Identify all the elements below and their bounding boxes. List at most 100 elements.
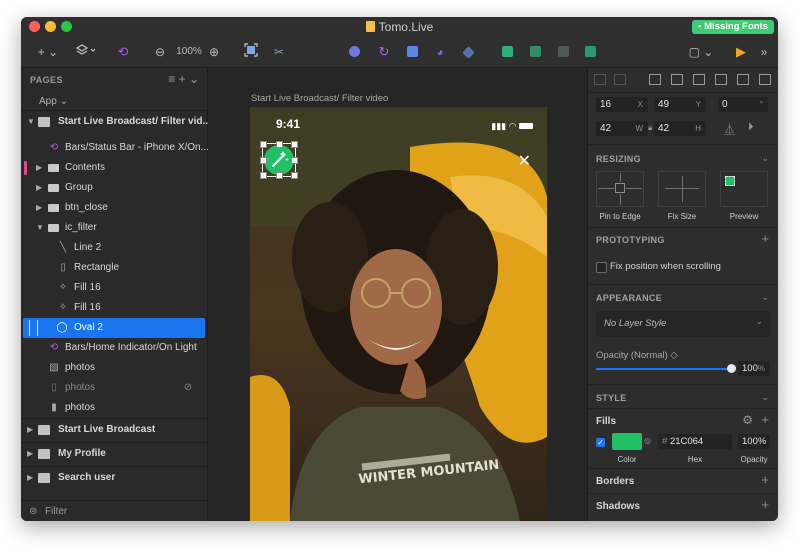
layer-item-hidden[interactable]: ▯ photos ⊘ (21, 378, 207, 398)
resize-handle[interactable] (291, 157, 298, 164)
page-item[interactable]: ▶ Start Live Broadcast (21, 420, 207, 440)
artboard-title[interactable]: Start Live Broadcast/ Filter video (251, 93, 388, 104)
rotate-copies-button[interactable] (404, 43, 420, 61)
chevron-down-icon[interactable]: ⌄ (761, 392, 769, 403)
preview-shape (725, 176, 735, 186)
page-item[interactable]: ▶ My Profile (21, 444, 207, 464)
close-button[interactable]: ✕ (518, 151, 531, 171)
fit-artboard-button[interactable] (243, 43, 259, 61)
layer-item[interactable]: ▮ photos (21, 398, 207, 418)
align-middle-icon[interactable] (737, 74, 749, 85)
fill-opacity-field[interactable]: 100% (738, 434, 770, 449)
zoom-level[interactable]: 100% (172, 43, 206, 61)
chevron-right-icon: ▶ (27, 473, 34, 482)
layer-style-select[interactable]: No Layer Style ⌄ (596, 311, 771, 337)
y-field[interactable]: 49 Y (654, 97, 706, 112)
align-left-icon[interactable] (649, 74, 661, 85)
gear-icon[interactable]: ⚙ (742, 413, 753, 427)
layer-item[interactable]: ▶ Contents (21, 158, 207, 178)
add-shadow-button[interactable]: + (761, 497, 769, 512)
align-center-icon[interactable] (671, 74, 683, 85)
canvas[interactable]: Start Live Broadcast/ Filter video WINTE… (208, 68, 587, 521)
distribute-horizontal-icon[interactable] (594, 74, 606, 85)
page-selector[interactable]: App ⌄ (39, 96, 68, 107)
collapse-pages-icon[interactable]: ⌄ (189, 72, 199, 86)
zoom-out-button[interactable]: ⊖ (153, 43, 167, 61)
layer-item[interactable]: ▶ btn_close (21, 198, 207, 218)
preview-play-button[interactable]: ▶ (733, 43, 749, 61)
view-button[interactable]: ▢ ⌄ (688, 43, 714, 61)
layer-item[interactable]: ⟲ Bars/Home Indicator/On Light (21, 338, 207, 358)
layer-item[interactable]: ▼ ic_filter (21, 218, 207, 238)
list-icon[interactable]: ≡ (168, 72, 175, 86)
width-field[interactable]: 42 W (596, 121, 648, 136)
flatten-button[interactable]: ◕ (432, 43, 448, 61)
artboard[interactable]: WINTER MOUNTAIN 9:41 ▮▮▮ ◠ ✕ (250, 107, 547, 521)
insert-button[interactable]: + ⌄ (35, 43, 61, 61)
resize-handle[interactable] (260, 157, 267, 164)
lock-icon[interactable]: 🔒︎ (648, 123, 652, 133)
opacity-field[interactable]: 100% (738, 361, 770, 376)
flip-horizontal-icon[interactable]: ⏅ (724, 121, 735, 137)
intersect-button[interactable] (555, 43, 571, 61)
filter-bar[interactable]: ⊜ Filter (21, 500, 207, 521)
layers-sidebar: PAGES ≡ + ⌄ App ⌄ ▼ Start Live Broadcast… (21, 68, 211, 521)
resize-handle[interactable] (276, 172, 283, 179)
layer-item[interactable]: ▯ Rectangle (21, 258, 207, 278)
add-border-button[interactable]: + (761, 472, 769, 487)
align-top-icon[interactable] (715, 74, 727, 85)
distribute-vertical-icon[interactable] (614, 74, 626, 85)
height-field[interactable]: 42 H (654, 121, 706, 136)
tools-button[interactable]: ✂ (271, 43, 287, 61)
resize-handle[interactable] (260, 172, 267, 179)
layer-item[interactable]: ✧ Fill 16 (21, 298, 207, 318)
more-toolbar-button[interactable]: » (756, 43, 772, 61)
x-field[interactable]: 16 X (596, 97, 648, 112)
align-bottom-icon[interactable] (759, 74, 771, 85)
layer-item[interactable]: ⟲ Bars/Status Bar - iPhone X/On... (21, 138, 209, 158)
hidden-eye-icon[interactable]: ⊘ (181, 378, 195, 398)
subtract-button[interactable] (527, 43, 543, 61)
resize-handle[interactable] (260, 141, 267, 148)
page-item-current[interactable]: ▼ Start Live Broadcast/ Filter vid... (21, 112, 211, 132)
difference-button[interactable] (582, 43, 598, 61)
resize-handle[interactable] (291, 172, 298, 179)
fill-enabled-checkbox[interactable]: ✓ (596, 438, 605, 447)
chevron-down-icon[interactable]: ⌄ (761, 292, 769, 303)
filter-button[interactable] (264, 145, 294, 175)
layer-item[interactable]: ╲ Line 2 (21, 238, 207, 258)
fill-type-icon[interactable]: ◎ (644, 436, 651, 445)
add-prototype-button[interactable]: + (761, 231, 769, 246)
union-button[interactable] (499, 43, 515, 61)
fix-size-control[interactable] (658, 171, 706, 207)
opacity-slider-handle[interactable] (727, 364, 736, 373)
fill-hex-field[interactable]: # 21C064 (658, 434, 732, 449)
zoom-in-button[interactable]: ⊕ (207, 43, 221, 61)
layer-item-selected[interactable]: ◯ Oval 2 (23, 318, 205, 338)
fix-position-checkbox[interactable] (596, 262, 607, 273)
flatten-icon: ◕ (436, 45, 444, 59)
flip-vertical-icon[interactable]: ⏵ (748, 121, 754, 134)
resize-handle[interactable] (291, 141, 298, 148)
align-right-icon[interactable] (693, 74, 705, 85)
add-fill-button[interactable]: + (761, 412, 769, 427)
page-item[interactable]: ▶ Search user (21, 468, 207, 488)
transform-button[interactable]: ↻ (376, 43, 392, 61)
fill-color-swatch[interactable] (612, 433, 642, 450)
pin-to-edge-control[interactable] (596, 171, 644, 207)
chevron-down-icon[interactable]: ⌄ (761, 153, 769, 164)
create-symbol-button[interactable]: ⟲ (113, 43, 133, 61)
resize-handle[interactable] (276, 141, 283, 148)
opacity-slider[interactable] (596, 364, 736, 373)
layer-item[interactable]: ▶ Group (21, 178, 207, 198)
layer-item[interactable]: ✧ Fill 16 (21, 278, 207, 298)
add-page-icon[interactable]: + (179, 72, 186, 86)
layers-stack-button[interactable] (73, 43, 99, 61)
missing-fonts-badge[interactable]: • Missing Fonts (692, 20, 774, 34)
edit-tool-button[interactable] (346, 43, 362, 61)
rotate-icon (406, 46, 418, 57)
layer-item[interactable]: ▨ photos (21, 358, 207, 378)
mask-button[interactable] (460, 43, 476, 61)
rotation-field[interactable]: 0 ° (718, 97, 768, 112)
selection-box[interactable] (260, 141, 298, 179)
